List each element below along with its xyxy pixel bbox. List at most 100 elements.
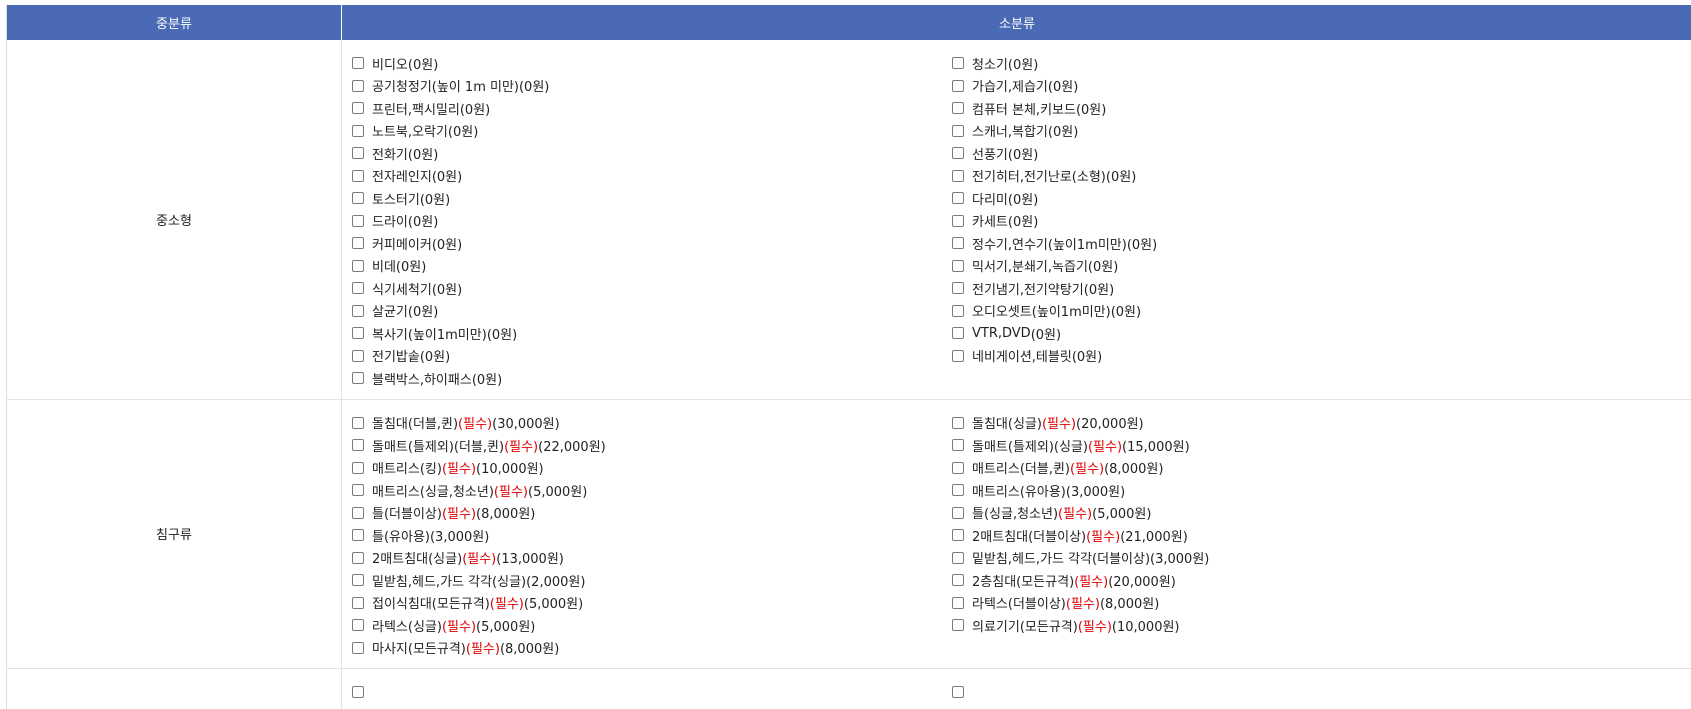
checkbox-item[interactable]: 2매트침대(싱글) (필수) (13,000원) xyxy=(352,547,952,570)
checkbox[interactable] xyxy=(952,439,964,452)
checkbox-item[interactable]: 2층침대(모든규격) (필수) (20,000원) xyxy=(952,569,1552,592)
checkbox-item[interactable]: 다리미 (0원) xyxy=(952,187,1552,210)
checkbox-item[interactable]: 2매트침대(더블이상) (필수) (21,000원) xyxy=(952,524,1552,547)
checkbox[interactable] xyxy=(952,192,964,205)
checkbox-item[interactable]: 선풍기 (0원) xyxy=(952,142,1552,165)
checkbox[interactable] xyxy=(952,574,964,587)
checkbox[interactable] xyxy=(352,551,364,564)
checkbox-item[interactable] xyxy=(952,681,1552,704)
checkbox[interactable] xyxy=(352,596,364,609)
checkbox-item[interactable]: 식기세척기 (0원) xyxy=(352,277,952,300)
checkbox-item[interactable]: 프린터,팩시밀리 (0원) xyxy=(352,97,952,120)
checkbox-item[interactable] xyxy=(352,681,952,704)
checkbox-item[interactable]: 오디오셋트(높이1m미만) (0원) xyxy=(952,300,1552,323)
checkbox-item[interactable]: 커피메이커 (0원) xyxy=(352,232,952,255)
checkbox[interactable] xyxy=(352,79,364,92)
checkbox-item[interactable]: 돌침대(더블,퀸) (필수) (30,000원) xyxy=(352,412,952,435)
checkbox[interactable] xyxy=(352,192,364,205)
checkbox[interactable] xyxy=(352,327,364,340)
checkbox-item[interactable]: 라텍스(싱글) (필수) (5,000원) xyxy=(352,614,952,637)
checkbox-item[interactable]: 매트리스(싱글,청소년) (필수) (5,000원) xyxy=(352,479,952,502)
checkbox[interactable] xyxy=(952,529,964,542)
checkbox[interactable] xyxy=(352,237,364,250)
checkbox-item[interactable]: 전기냄기,전기약탕기 (0원) xyxy=(952,277,1552,300)
checkbox[interactable] xyxy=(952,282,964,295)
checkbox-item[interactable]: 스캐너,복합기 (0원) xyxy=(952,120,1552,143)
checkbox-item[interactable]: 전자레인지 (0원) xyxy=(352,165,952,188)
checkbox-item[interactable]: 밑받침,헤드,가드 각각(싱글) (2,000원) xyxy=(352,569,952,592)
checkbox[interactable] xyxy=(952,147,964,160)
checkbox[interactable] xyxy=(952,57,964,70)
checkbox-item[interactable]: 돌침대(싱글) (필수) (20,000원) xyxy=(952,412,1552,435)
checkbox-item[interactable]: VTR,DVD (0원) xyxy=(952,322,1552,345)
checkbox[interactable] xyxy=(352,461,364,474)
checkbox[interactable] xyxy=(952,619,964,632)
checkbox[interactable] xyxy=(352,214,364,227)
checkbox[interactable] xyxy=(952,596,964,609)
checkbox-item[interactable]: 살균기 (0원) xyxy=(352,300,952,323)
checkbox[interactable] xyxy=(352,57,364,70)
checkbox-item[interactable]: 라텍스(더블이상) (필수) (8,000원) xyxy=(952,592,1552,615)
checkbox[interactable] xyxy=(352,416,364,429)
checkbox[interactable] xyxy=(352,102,364,115)
checkbox-item[interactable]: 틀(유아용) (3,000원) xyxy=(352,524,952,547)
checkbox[interactable] xyxy=(352,147,364,160)
checkbox-item[interactable]: 정수기,연수기(높이1m미만) (0원) xyxy=(952,232,1552,255)
checkbox-item[interactable]: 마사지(모든규격) (필수) (8,000원) xyxy=(352,637,952,660)
checkbox-item[interactable]: 비데 (0원) xyxy=(352,255,952,278)
checkbox[interactable] xyxy=(952,686,964,699)
checkbox[interactable] xyxy=(952,102,964,115)
checkbox-item[interactable]: 의료기기(모든규격) (필수) (10,000원) xyxy=(952,614,1552,637)
checkbox[interactable] xyxy=(352,259,364,272)
checkbox[interactable] xyxy=(952,327,964,340)
checkbox[interactable] xyxy=(352,282,364,295)
checkbox-item[interactable]: 드라이 (0원) xyxy=(352,210,952,233)
checkbox[interactable] xyxy=(952,79,964,92)
checkbox-item[interactable]: 가습기,제습기 (0원) xyxy=(952,75,1552,98)
checkbox[interactable] xyxy=(952,416,964,429)
checkbox-item[interactable]: 블랙박스,하이패스 (0원) xyxy=(352,367,952,390)
checkbox-item[interactable]: 밑받침,헤드,가드 각각(더블이상) (3,000원) xyxy=(952,547,1552,570)
checkbox-item[interactable]: 네비게이션,테블릿 (0원) xyxy=(952,345,1552,368)
checkbox[interactable] xyxy=(952,214,964,227)
checkbox[interactable] xyxy=(352,349,364,362)
checkbox[interactable] xyxy=(352,686,364,699)
checkbox[interactable] xyxy=(952,484,964,497)
checkbox-item[interactable]: 돌매트(틀제외)(싱글) (필수) (15,000원) xyxy=(952,434,1552,457)
checkbox-item[interactable]: 전기밥솥 (0원) xyxy=(352,345,952,368)
checkbox-item[interactable]: 공기청정기(높이 1m 미만) (0원) xyxy=(352,75,952,98)
checkbox-item[interactable]: 믹서기,분쇄기,녹즙기 (0원) xyxy=(952,255,1552,278)
checkbox[interactable] xyxy=(952,124,964,137)
checkbox[interactable] xyxy=(952,259,964,272)
checkbox[interactable] xyxy=(952,461,964,474)
checkbox[interactable] xyxy=(352,641,364,654)
checkbox[interactable] xyxy=(952,169,964,182)
checkbox-item[interactable]: 접이식침대(모든규격) (필수) (5,000원) xyxy=(352,592,952,615)
checkbox-item[interactable]: 틀(싱글,청소년) (필수) (5,000원) xyxy=(952,502,1552,525)
checkbox-item[interactable]: 청소기 (0원) xyxy=(952,52,1552,75)
checkbox-item[interactable]: 매트리스(더블,퀸) (필수) (8,000원) xyxy=(952,457,1552,480)
checkbox-item[interactable]: 매트리스(유아용) (3,000원) xyxy=(952,479,1552,502)
checkbox-item[interactable]: 카세트 (0원) xyxy=(952,210,1552,233)
checkbox-item[interactable]: 돌매트(틀제외)(더블,퀸) (필수) (22,000원) xyxy=(352,434,952,457)
checkbox-item[interactable]: 비디오 (0원) xyxy=(352,52,952,75)
checkbox-item[interactable]: 전화기 (0원) xyxy=(352,142,952,165)
checkbox[interactable] xyxy=(952,237,964,250)
checkbox[interactable] xyxy=(352,169,364,182)
checkbox[interactable] xyxy=(352,439,364,452)
checkbox-item[interactable]: 컴퓨터 본체,키보드 (0원) xyxy=(952,97,1552,120)
checkbox-item[interactable]: 토스터기 (0원) xyxy=(352,187,952,210)
checkbox[interactable] xyxy=(952,304,964,317)
checkbox[interactable] xyxy=(352,304,364,317)
checkbox[interactable] xyxy=(952,349,964,362)
checkbox-item[interactable]: 틀(더블이상) (필수) (8,000원) xyxy=(352,502,952,525)
checkbox[interactable] xyxy=(352,372,364,385)
checkbox-item[interactable]: 복사기(높이1m미만) (0원) xyxy=(352,322,952,345)
checkbox[interactable] xyxy=(352,484,364,497)
checkbox[interactable] xyxy=(352,124,364,137)
checkbox[interactable] xyxy=(952,506,964,519)
checkbox[interactable] xyxy=(352,619,364,632)
checkbox[interactable] xyxy=(352,529,364,542)
checkbox-item[interactable]: 전기히터,전기난로(소형) (0원) xyxy=(952,165,1552,188)
checkbox[interactable] xyxy=(952,551,964,564)
